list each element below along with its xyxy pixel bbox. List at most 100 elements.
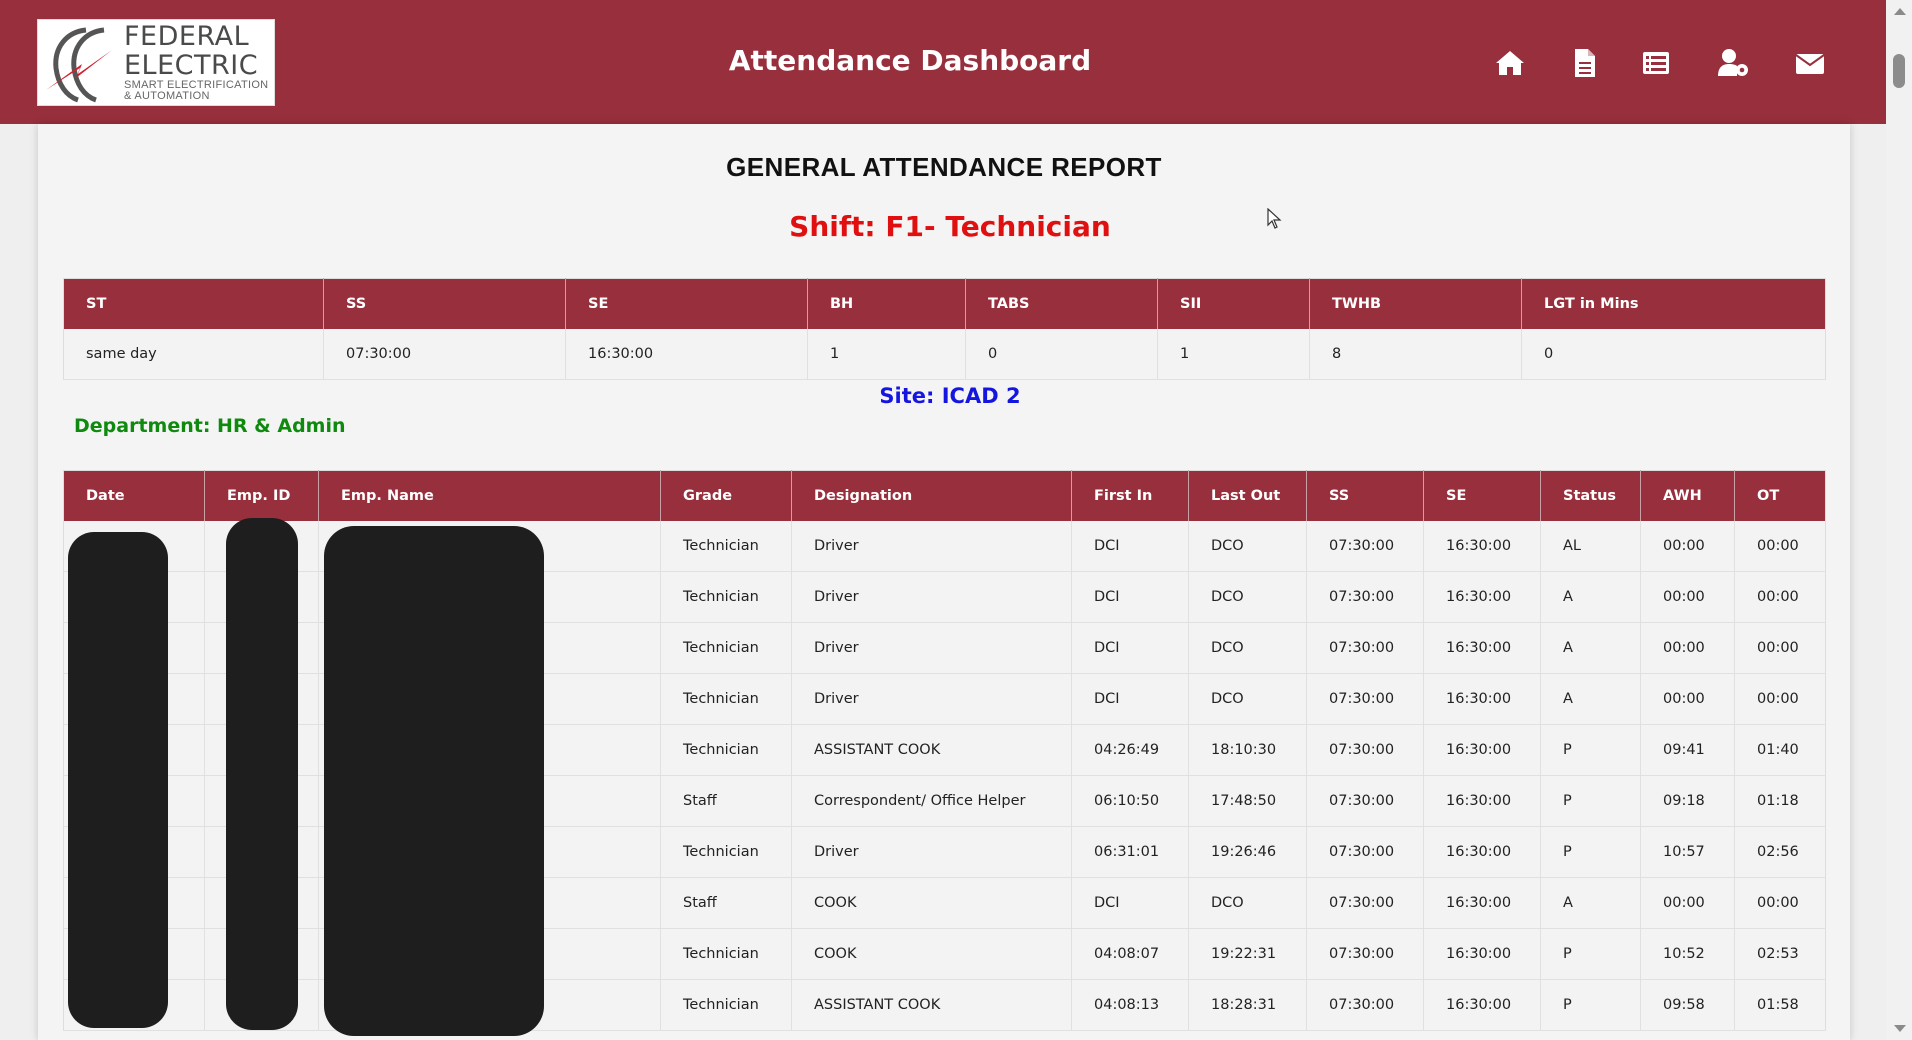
table-cell: 16:30:00 — [1423, 571, 1541, 623]
table-cell: 1 — [1157, 329, 1310, 380]
table-cell: 07:30:00 — [1306, 571, 1424, 623]
document-icon[interactable] — [1567, 46, 1601, 80]
table-cell: 07:30:00 — [1306, 521, 1424, 572]
shift-title: Shift: F1- Technician — [789, 210, 1111, 243]
table-cell: Technician — [660, 673, 792, 725]
table-cell: 00:00 — [1734, 622, 1826, 674]
table-cell: 04:08:07 — [1071, 928, 1189, 980]
table-cell: 07:30:00 — [1306, 979, 1424, 1031]
table-cell: Driver — [791, 826, 1072, 878]
table-cell: 16:30:00 — [1423, 979, 1541, 1031]
table-cell: 02:56 — [1734, 826, 1826, 878]
department-title: Department: HR & Admin — [74, 415, 346, 437]
column-header: LGT in Mins — [1521, 278, 1826, 329]
table-row: same day 07:30:00 16:30:00 1 0 1 8 0 — [63, 329, 1826, 380]
redaction-mark — [324, 526, 544, 1036]
user-settings-icon[interactable] — [1716, 46, 1750, 80]
column-header: SS — [323, 278, 566, 329]
logo-line-4: & AUTOMATION — [124, 90, 210, 102]
table-cell: 00:00 — [1640, 571, 1735, 623]
table-cell: DCI — [1071, 877, 1189, 929]
table-cell: 17:48:50 — [1188, 775, 1307, 827]
table-cell: DCO — [1188, 521, 1307, 572]
table-cell: 19:22:31 — [1188, 928, 1307, 980]
column-header: TWHB — [1309, 278, 1522, 329]
scroll-down-arrow-icon[interactable] — [1894, 1025, 1906, 1032]
table-cell: AL — [1540, 521, 1641, 572]
table-cell: 16:30:00 — [1423, 673, 1541, 725]
table-cell: 07:30:00 — [1306, 877, 1424, 929]
table-cell: 07:30:00 — [323, 329, 566, 380]
table-cell: 09:58 — [1640, 979, 1735, 1031]
table-cell: 00:00 — [1640, 521, 1735, 572]
table-cell: 06:10:50 — [1071, 775, 1189, 827]
table-cell: Staff — [660, 775, 792, 827]
vertical-scrollbar[interactable] — [1886, 0, 1912, 1040]
table-cell: P — [1540, 724, 1641, 776]
table-cell: 0 — [965, 329, 1158, 380]
column-header: BH — [807, 278, 966, 329]
column-header: Emp. ID — [204, 470, 319, 521]
column-header: Emp. Name — [318, 470, 661, 521]
table-cell: 00:00 — [1734, 521, 1826, 572]
table-cell: P — [1540, 928, 1641, 980]
table-cell: 16:30:00 — [1423, 826, 1541, 878]
redaction-mark — [68, 532, 168, 1028]
table-cell: 01:18 — [1734, 775, 1826, 827]
table-cell: Technician — [660, 928, 792, 980]
column-header: SE — [1423, 470, 1541, 521]
table-cell: 19:26:46 — [1188, 826, 1307, 878]
table-cell: COOK — [791, 877, 1072, 929]
table-cell: Driver — [791, 622, 1072, 674]
column-header: SS — [1306, 470, 1424, 521]
list-icon[interactable] — [1639, 46, 1673, 80]
table-cell: A — [1540, 622, 1641, 674]
scroll-thumb[interactable] — [1893, 54, 1905, 88]
table-cell: DCO — [1188, 622, 1307, 674]
table-cell: P — [1540, 826, 1641, 878]
table-cell: 00:00 — [1734, 877, 1826, 929]
column-header: Status — [1540, 470, 1641, 521]
app-title: Attendance Dashboard — [728, 44, 1092, 77]
table-cell: DCO — [1188, 877, 1307, 929]
table-cell: 00:00 — [1734, 571, 1826, 623]
scroll-up-arrow-icon[interactable] — [1894, 8, 1906, 15]
table-cell: 09:41 — [1640, 724, 1735, 776]
table-cell: DCI — [1071, 521, 1189, 572]
table-cell: Technician — [660, 622, 792, 674]
table-cell: 16:30:00 — [565, 329, 808, 380]
table-cell: DCI — [1071, 673, 1189, 725]
column-header: Designation — [791, 470, 1072, 521]
table-cell: Technician — [660, 724, 792, 776]
table-cell: 00:00 — [1640, 877, 1735, 929]
table-cell: A — [1540, 571, 1641, 623]
column-header: ST — [63, 278, 324, 329]
table-cell: Technician — [660, 979, 792, 1031]
envelope-icon[interactable] — [1793, 46, 1827, 80]
table-cell: 07:30:00 — [1306, 826, 1424, 878]
table-cell: 8 — [1309, 329, 1522, 380]
attendance-header-row: Date Emp. ID Emp. Name Grade Designation… — [63, 470, 1826, 521]
column-header: Last Out — [1188, 470, 1307, 521]
table-cell: 00:00 — [1640, 622, 1735, 674]
table-cell: 06:31:01 — [1071, 826, 1189, 878]
table-cell: DCO — [1188, 571, 1307, 623]
table-cell: 16:30:00 — [1423, 928, 1541, 980]
table-cell: 00:00 — [1734, 673, 1826, 725]
table-cell: 09:18 — [1640, 775, 1735, 827]
table-cell: 10:57 — [1640, 826, 1735, 878]
table-cell: Driver — [791, 571, 1072, 623]
shift-info-table: ST SS SE BH TABS SII TWHB LGT in Mins sa… — [63, 278, 1826, 380]
table-cell: 04:26:49 — [1071, 724, 1189, 776]
column-header: OT — [1734, 470, 1826, 521]
table-cell: 07:30:00 — [1306, 673, 1424, 725]
table-cell: 16:30:00 — [1423, 724, 1541, 776]
table-cell: Technician — [660, 521, 792, 572]
table-cell: same day — [63, 329, 324, 380]
table-cell: 02:53 — [1734, 928, 1826, 980]
table-cell: 16:30:00 — [1423, 521, 1541, 572]
table-cell: A — [1540, 673, 1641, 725]
home-icon[interactable] — [1493, 46, 1527, 80]
table-cell: 1 — [807, 329, 966, 380]
table-cell: DCI — [1071, 571, 1189, 623]
